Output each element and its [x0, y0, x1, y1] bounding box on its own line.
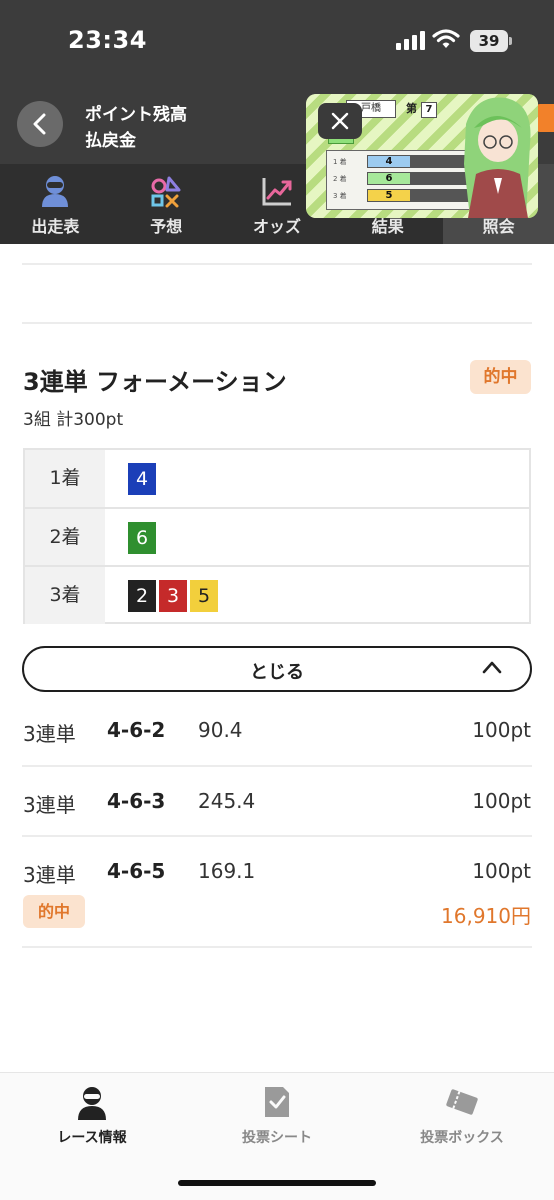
rank-label: 1着: [25, 450, 105, 507]
boat-number: 5: [190, 580, 218, 612]
home-indicator[interactable]: [178, 1180, 376, 1186]
close-icon: [331, 112, 349, 130]
pip-close-button[interactable]: [318, 103, 362, 139]
pip-rank-label: 1 着: [333, 158, 347, 166]
ticket-icon: [446, 1089, 478, 1115]
rank-label: 3着: [25, 567, 105, 624]
divider: [22, 263, 532, 265]
nav-vote-box[interactable]: 投票ボックス: [370, 1073, 554, 1163]
pip-result-cell: 4: [368, 156, 410, 167]
collapse-button[interactable]: とじる: [22, 646, 532, 692]
payout-label: 払戻金: [85, 131, 136, 151]
chart-up-icon: [262, 178, 292, 206]
pip-result-cell: 5: [368, 190, 410, 201]
nav-label: 投票ボックス: [420, 1130, 504, 1146]
bet-combination: 4-6-2: [107, 718, 166, 742]
bet-odds: 245.4: [198, 789, 256, 813]
bet-odds: 90.4: [198, 718, 243, 742]
tab-race-card[interactable]: 出走表: [0, 164, 111, 244]
tab-label: 出走表: [31, 217, 80, 236]
jockey-icon: [78, 1087, 106, 1120]
bet-amount: 100pt: [472, 859, 531, 883]
hit-badge: 的中: [470, 360, 531, 394]
checked-sheet-icon: [265, 1087, 289, 1117]
divider: [22, 322, 532, 324]
point-balance-label: ポイント残高: [85, 105, 187, 125]
formation-row-2nd: 2着 6: [25, 507, 529, 566]
tab-prediction[interactable]: 予想: [111, 164, 222, 244]
status-bar: 23:34 39: [0, 0, 554, 80]
shapes-icon: [151, 176, 181, 208]
boat-number: 6: [128, 522, 156, 554]
pip-race-prefix: 第: [406, 102, 417, 115]
divider: [22, 946, 532, 948]
character-illustration: [464, 97, 531, 218]
cellular-signal-icon: [396, 30, 426, 50]
rank-label: 2着: [25, 509, 105, 566]
boat-number: 2: [128, 580, 156, 612]
bet-odds: 169.1: [198, 859, 256, 883]
bet-type: 3連単: [23, 722, 76, 746]
formation-row-1st: 1着 4: [25, 450, 529, 507]
bet-amount: 100pt: [472, 789, 531, 813]
boat-number: 4: [128, 463, 156, 495]
header-orange-button[interactable]: [536, 104, 554, 132]
nav-label: 投票シート: [242, 1130, 312, 1146]
pip-result-board: 1 着 4 2 着 6 3 着 5: [326, 150, 492, 210]
jockey-icon: [42, 176, 69, 207]
formation-row-3rd: 3着 2 3 5: [25, 565, 529, 624]
chevron-left-icon: [33, 113, 46, 135]
bet-type: 3連単: [23, 863, 76, 887]
chevron-up-icon: [482, 661, 502, 674]
divider: [22, 765, 532, 767]
bet-type: 3連単: [23, 793, 76, 817]
nav-race-info[interactable]: レース情報: [0, 1073, 184, 1163]
ticket-summary: 3組 計300pt: [23, 410, 124, 430]
status-time: 23:34: [68, 26, 147, 54]
bet-combination: 4-6-5: [107, 859, 166, 883]
tab-label: 予想: [150, 217, 183, 236]
bet-hit-badge: 的中: [23, 895, 85, 928]
back-button[interactable]: [17, 101, 63, 147]
bet-type-title: 3連単 フォーメーション: [23, 368, 287, 396]
pip-result-cell: 6: [368, 173, 410, 184]
wifi-icon: [432, 29, 460, 48]
pip-rank-label: 3 着: [333, 192, 347, 200]
bet-combination: 4-6-3: [107, 789, 166, 813]
boat-number: 3: [159, 580, 187, 612]
pip-race-num: 7: [421, 102, 437, 118]
battery-tip: [509, 37, 512, 45]
battery-indicator: 39: [470, 30, 508, 52]
pip-rank-label: 2 着: [333, 175, 347, 183]
nav-vote-sheet[interactable]: 投票シート: [185, 1073, 369, 1163]
pip-race-number: 第7: [406, 100, 452, 118]
collapse-label: とじる: [250, 662, 304, 683]
bet-amount: 100pt: [472, 718, 531, 742]
formation-grid: 1着 4 2着 6 3着 2 3 5: [23, 448, 531, 624]
nav-label: レース情報: [57, 1130, 127, 1146]
bet-payout: 16,910円: [441, 904, 531, 928]
divider: [22, 835, 532, 837]
